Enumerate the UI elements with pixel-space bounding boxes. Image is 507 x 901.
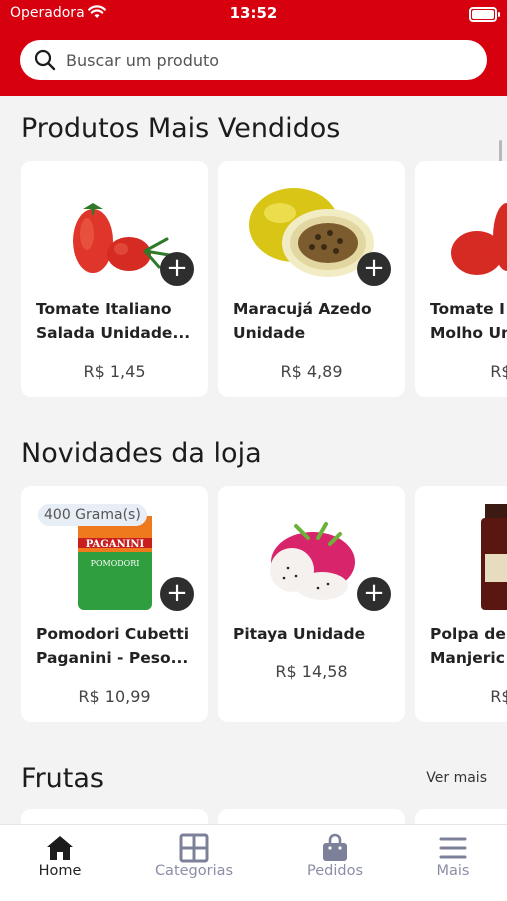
product-price: R$ 1 bbox=[490, 362, 507, 381]
tab-label: Mais bbox=[436, 863, 470, 879]
svg-text:POMODORI: POMODORI bbox=[91, 559, 140, 568]
product-name: Tomate Italiano Salada Unidade... bbox=[36, 300, 191, 342]
product-card[interactable]: + Tomate Italiano Salada Unidade... R$ 1… bbox=[21, 161, 208, 397]
product-image-tomato bbox=[451, 203, 507, 275]
section-title-best-sellers: Produtos Mais Vendidos bbox=[21, 113, 341, 144]
status-bar: Operadora 13:52 bbox=[0, 0, 507, 28]
menu-icon bbox=[439, 837, 467, 859]
tab-mais[interactable]: Mais bbox=[393, 825, 507, 901]
product-name: Tomate I Molho Un bbox=[430, 300, 507, 342]
app-header: Operadora 13:52 bbox=[0, 0, 507, 96]
add-to-cart-button[interactable]: + bbox=[357, 577, 391, 611]
svg-text:PAGANINI: PAGANINI bbox=[86, 539, 145, 550]
section-title-fruits: Frutas bbox=[21, 763, 104, 794]
search-input[interactable] bbox=[66, 40, 466, 80]
product-image-jar bbox=[481, 504, 507, 610]
product-name: Pomodori Cubetti Paganini - Peso... bbox=[36, 625, 190, 667]
product-price: R$ 14,58 bbox=[275, 662, 348, 681]
product-price: R$ 1,45 bbox=[83, 362, 146, 381]
add-to-cart-button[interactable]: + bbox=[160, 577, 194, 611]
product-price: R$ 10,99 bbox=[78, 687, 151, 706]
tab-label: Categorias bbox=[154, 863, 234, 879]
product-name: Polpa de Manjeric bbox=[430, 625, 506, 667]
tab-label: Home bbox=[38, 863, 82, 879]
status-time: 13:52 bbox=[229, 4, 278, 22]
see-more-link[interactable]: Ver mais bbox=[426, 770, 487, 786]
product-name: Maracujá Azedo Unidade bbox=[233, 300, 372, 342]
product-card[interactable]: PAGANINI POMODORI 400 Grama(s) + Pomodor… bbox=[21, 486, 208, 722]
product-price: R$ 2 bbox=[490, 687, 507, 706]
search-icon bbox=[34, 49, 56, 71]
product-card[interactable]: Polpa de Manjeric R$ 2 bbox=[415, 486, 507, 722]
grid-icon bbox=[179, 833, 209, 863]
home-icon bbox=[47, 836, 73, 860]
add-to-cart-button[interactable]: + bbox=[357, 252, 391, 286]
tab-label: Pedidos bbox=[306, 863, 363, 879]
product-price: R$ 4,89 bbox=[280, 362, 343, 381]
battery-icon bbox=[469, 7, 500, 22]
search-bar[interactable] bbox=[20, 40, 487, 80]
weight-badge: 400 Grama(s) bbox=[38, 504, 147, 526]
product-card[interactable]: Tomate I Molho Un R$ 1 bbox=[415, 161, 507, 397]
bag-icon bbox=[323, 833, 347, 861]
bottom-tab-bar: Home Categorias Pedidos Mais bbox=[0, 824, 507, 901]
tab-categorias[interactable]: Categorias bbox=[134, 825, 254, 901]
add-to-cart-button[interactable]: + bbox=[160, 252, 194, 286]
tab-home[interactable]: Home bbox=[0, 825, 120, 901]
product-card[interactable]: + Pitaya Unidade R$ 14,58 bbox=[218, 486, 405, 722]
product-card[interactable]: + Maracujá Azedo Unidade R$ 4,89 bbox=[218, 161, 405, 397]
tab-pedidos[interactable]: Pedidos bbox=[275, 825, 395, 901]
section-title-new-items: Novidades da loja bbox=[21, 438, 262, 469]
